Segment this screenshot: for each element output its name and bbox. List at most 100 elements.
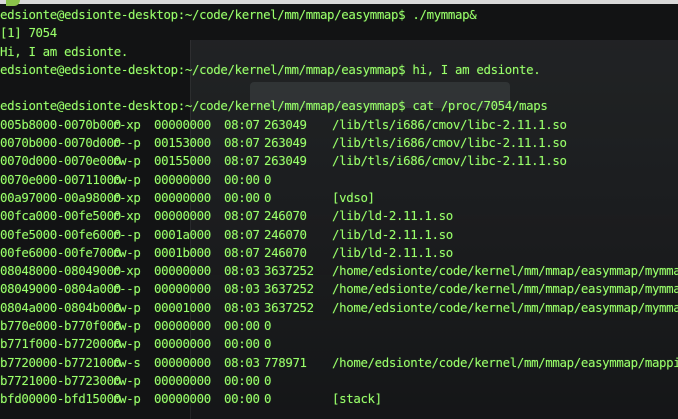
maps-path: [stack]: [332, 391, 382, 407]
maps-device: 00:00: [224, 171, 260, 187]
maps-path: /home/edsionte/code/kernel/mm/mmap/easym…: [332, 263, 678, 279]
maps-permissions: r--p: [112, 226, 141, 242]
maps-path: /lib/ld-2.11.1.so: [332, 208, 453, 224]
maps-offset: 00000000: [154, 189, 211, 205]
maps-address: 00fca000-00fe5000: [0, 208, 121, 224]
maps-address: bfd00000-bfd15000: [0, 391, 121, 407]
maps-device: 00:00: [224, 318, 260, 334]
maps-inode: 3637252: [264, 299, 314, 315]
maps-row: b770e000-b770f000rw-p 00000000 00:00 0: [0, 317, 678, 335]
maps-offset: 00153000: [154, 135, 211, 151]
maps-device: 08:07: [224, 116, 260, 132]
maps-row: b7721000-b7723000rw-p 00000000 00:00 0: [0, 372, 678, 390]
maps-offset: 00000000: [154, 263, 211, 279]
maps-address: 08049000-0804a000: [0, 281, 121, 297]
maps-offset: 0001a000: [154, 226, 211, 242]
maps-path: /home/edsionte/code/kernel/mm/mmap/easym…: [332, 354, 678, 370]
maps-path: /lib/tls/i686/cmov/libc-2.11.1.so: [332, 153, 567, 169]
maps-permissions: r--p: [112, 281, 141, 297]
maps-permissions: r-xp: [112, 263, 141, 279]
maps-permissions: r-xp: [112, 208, 141, 224]
maps-row: 00a97000-00a98000r-xp 00000000 00:00 0 [vdso…: [0, 189, 678, 207]
terminal-window[interactable]: edsionte@edsionte-desktop:~/code/kernel/…: [0, 0, 678, 419]
maps-offset: 00000000: [154, 171, 211, 187]
maps-device: 00:00: [224, 336, 260, 352]
maps-row: 08049000-0804a000r--p 00000000 08:03 363725…: [0, 280, 678, 298]
terminal-line: edsionte@edsionte-desktop:~/code/kernel/…: [0, 7, 477, 22]
maps-address: 08048000-08049000: [0, 263, 121, 279]
maps-path: /lib/tls/i686/cmov/libc-2.11.1.so: [332, 135, 567, 151]
maps-row: 0070e000-00711000rw-p 00000000 00:00 0: [0, 171, 678, 189]
maps-address: 0804a000-0804b000: [0, 299, 121, 315]
maps-inode: 0: [264, 171, 272, 187]
maps-offset: 00000000: [154, 336, 211, 352]
maps-device: 08:07: [224, 153, 260, 169]
maps-row: b7720000-b7721000rw-s 00000000 08:03 778971…: [0, 354, 678, 372]
terminal-line: [1] 7054: [0, 25, 57, 41]
maps-inode: 0: [264, 336, 272, 352]
maps-inode: 0: [264, 391, 272, 407]
maps-offset: 00000000: [154, 391, 211, 407]
maps-inode: 0: [264, 318, 272, 334]
maps-path: [vdso]: [332, 189, 375, 205]
maps-device: 08:03: [224, 281, 260, 297]
maps-path: /lib/ld-2.11.1.so: [332, 226, 453, 242]
maps-inode: 778971: [264, 354, 307, 370]
maps-device: 08:03: [224, 263, 260, 279]
maps-address: 005b8000-0070b000: [0, 116, 121, 132]
maps-offset: 00000000: [154, 318, 211, 334]
maps-device: 08:07: [224, 135, 260, 151]
maps-row: b771f000-b7720000rw-p 00000000 00:00 0: [0, 335, 678, 353]
maps-offset: 00000000: [154, 281, 211, 297]
terminal-line: Hi, I am edsionte.: [0, 43, 128, 59]
maps-offset: 00000000: [154, 372, 211, 388]
maps-row: 00fe6000-00fe7000rw-p 0001b000 08:07 246070…: [0, 244, 678, 262]
maps-permissions: rw-p: [112, 244, 141, 260]
maps-permissions: r-xp: [112, 116, 141, 132]
maps-path: /lib/tls/i686/cmov/libc-2.11.1.so: [332, 116, 567, 132]
maps-permissions: rw-p: [112, 153, 141, 169]
maps-device: 08:03: [224, 354, 260, 370]
maps-permissions: rw-p: [112, 372, 141, 388]
maps-path: /lib/ld-2.11.1.so: [332, 244, 453, 260]
terminal-line: edsionte@edsionte-desktop:~/code/kernel/…: [0, 98, 548, 114]
maps-inode: 246070: [264, 208, 307, 224]
maps-inode: 246070: [264, 226, 307, 242]
terminal-output: edsionte@edsionte-desktop:~/code/kernel/…: [0, 6, 678, 409]
terminal-line: edsionte@edsionte-desktop:~/code/kernel/…: [0, 61, 541, 77]
maps-inode: 246070: [264, 244, 307, 260]
maps-permissions: r--p: [112, 135, 141, 151]
maps-row: 005b8000-0070b000r-xp 00000000 08:07 263049…: [0, 116, 678, 134]
maps-offset: 00155000: [154, 153, 211, 169]
maps-permissions: rw-p: [112, 299, 141, 315]
maps-device: 08:07: [224, 226, 260, 242]
maps-device: 00:00: [224, 189, 260, 205]
maps-row: 00fe5000-00fe6000r--p 0001a000 08:07 246070…: [0, 226, 678, 244]
maps-offset: 0001b000: [154, 244, 211, 260]
maps-address: 0070d000-0070e000: [0, 153, 121, 169]
maps-device: 08:07: [224, 244, 260, 260]
maps-row: 08048000-08049000r-xp 00000000 08:03 363725…: [0, 262, 678, 280]
maps-inode: 263049: [264, 135, 307, 151]
maps-address: 00fe6000-00fe7000: [0, 244, 121, 260]
maps-path: /home/edsionte/code/kernel/mm/mmap/easym…: [332, 281, 678, 297]
maps-device: 00:00: [224, 391, 260, 407]
maps-permissions: rw-p: [112, 391, 141, 407]
maps-permissions: rw-p: [112, 171, 141, 187]
maps-path: /home/edsionte/code/kernel/mm/mmap/easym…: [332, 299, 678, 315]
maps-permissions: rw-p: [112, 318, 141, 334]
maps-inode: 263049: [264, 153, 307, 169]
maps-offset: 00001000: [154, 299, 211, 315]
maps-list: 005b8000-0070b000r-xp 00000000 08:07 263049…: [0, 116, 678, 409]
maps-address: b7720000-b7721000: [0, 354, 121, 370]
maps-offset: 00000000: [154, 354, 211, 370]
maps-inode: 3637252: [264, 263, 314, 279]
maps-row: bfd00000-bfd15000rw-p 00000000 00:00 0 [stac…: [0, 390, 678, 408]
maps-address: 00a97000-00a98000: [0, 189, 121, 205]
maps-inode: 0: [264, 189, 272, 205]
maps-offset: 00000000: [154, 116, 211, 132]
maps-device: 08:03: [224, 299, 260, 315]
maps-address: 00fe5000-00fe6000: [0, 226, 121, 242]
maps-address: b770e000-b770f000: [0, 318, 121, 334]
